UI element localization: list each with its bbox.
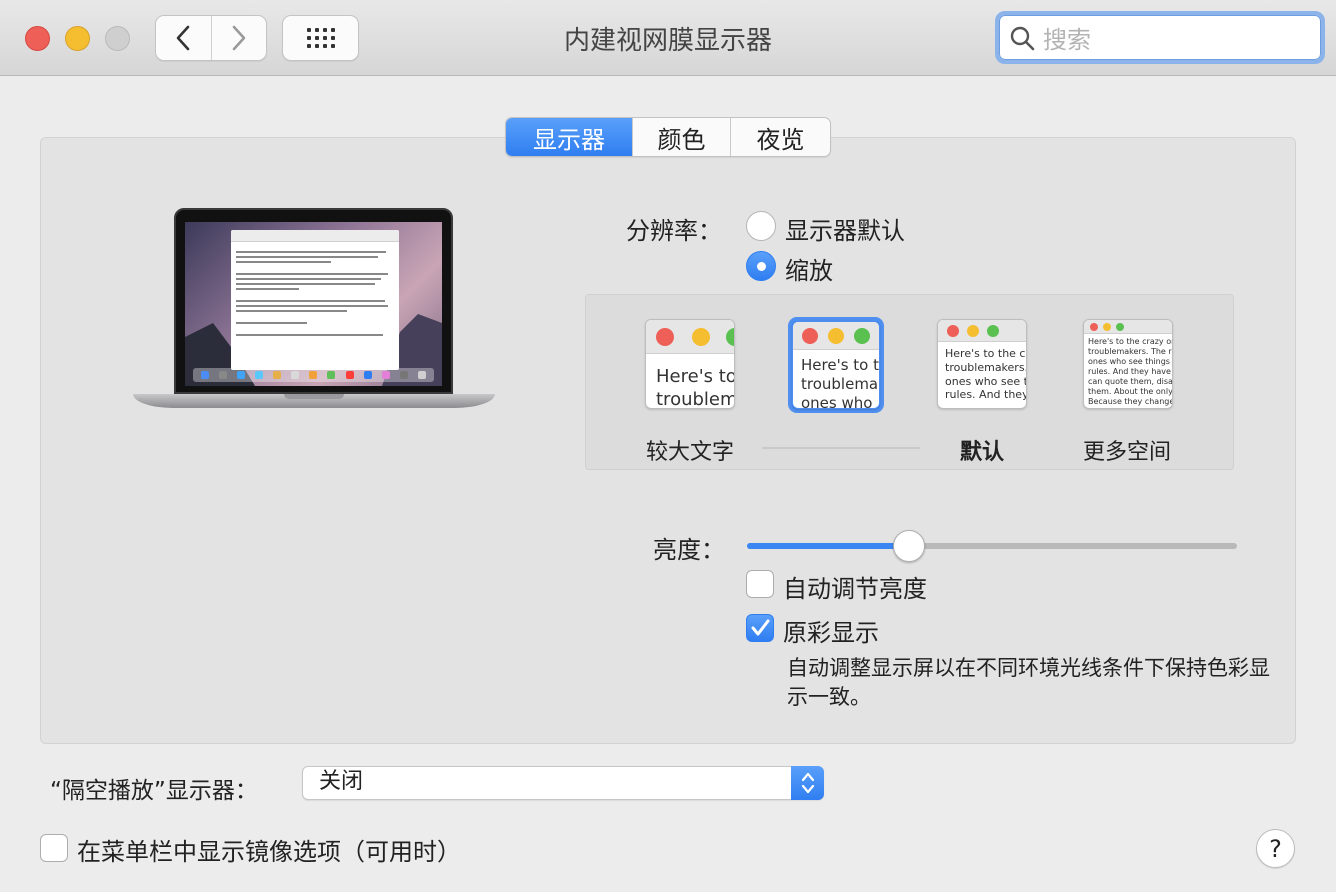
tab-display[interactable]: 显示器 [506,118,632,156]
scale-option-larger-text[interactable]: Here's to troublem [645,319,735,409]
search-icon [1010,26,1035,50]
scale-option-default[interactable]: Here's to the cr troublemakers. ones who… [937,319,1027,409]
search-placeholder: 搜索 [1043,26,1091,54]
scale-track-line [762,447,920,449]
brightness-slider-knob[interactable] [892,530,925,562]
help-button[interactable]: ? [1256,829,1295,868]
radio-display-default-label: 显示器默认 [785,217,905,245]
true-tone-description: 自动调整显示屏以在不同环境光线条件下保持色彩显示一致。 [787,656,1270,709]
scale-option-2[interactable]: Here's to t troublema ones who [792,321,880,409]
resolution-label: 分辨率： [626,217,722,245]
tab-night-shift[interactable]: 夜览 [730,118,830,156]
radio-scaled[interactable] [746,251,776,281]
toolbar: 内建视网膜显示器 搜索 [0,0,1336,76]
search-field[interactable]: 搜索 [995,11,1325,64]
up-down-chevron-icon [801,772,814,794]
preview-text-default: Here's to the cr troublemakers. ones who… [945,347,1027,402]
scale-label-larger-text: 较大文字 [645,440,734,465]
navigation-group [155,15,267,61]
mirror-menu-checkbox[interactable] [40,834,68,862]
macbook-illustration [133,208,495,428]
forward-button[interactable] [210,16,267,60]
brightness-slider[interactable] [747,543,1237,549]
back-button[interactable] [156,16,211,60]
true-tone-label: 原彩显示 [783,619,879,647]
brightness-label: 亮度： [653,536,725,564]
scale-label-default: 默认 [959,440,1004,465]
preview-text-larger: Here's to troublem [656,366,735,409]
true-tone-checkbox[interactable] [746,614,774,642]
airplay-label: “隔空播放”显示器： [50,778,258,804]
chevron-left-icon [176,25,190,51]
select-arrows-button[interactable] [791,766,824,800]
auto-brightness-checkbox[interactable] [746,570,774,598]
close-window-button[interactable] [25,26,50,51]
zoom-window-button [105,26,130,51]
brightness-slider-fill [747,543,909,549]
airplay-display-select[interactable]: 关闭 [302,766,824,800]
window-title: 内建视网膜显示器 [563,26,772,56]
tab-bar: 显示器 颜色 夜览 [505,117,831,157]
checkmark-icon [751,619,770,636]
radio-scaled-label: 缩放 [785,257,833,285]
minimize-window-button[interactable] [65,26,90,51]
airplay-select-value: 关闭 [319,769,364,794]
scale-label-more-space: 更多空间 [1082,440,1171,465]
show-all-button[interactable] [282,15,359,61]
grid-icon [306,28,335,48]
chevron-right-icon [232,25,246,51]
preview-text-more-space: Here's to the crazy one troublemakers. T… [1088,337,1173,406]
radio-display-default[interactable] [746,211,776,241]
preview-text-2: Here's to t troublema ones who [801,356,879,409]
mirror-menu-label: 在菜单栏中显示镜像选项（可用时） [77,838,461,866]
scale-option-more-space[interactable]: Here's to the crazy one troublemakers. T… [1083,319,1173,409]
auto-brightness-label: 自动调节亮度 [783,575,927,603]
tab-color[interactable]: 颜色 [632,118,730,156]
